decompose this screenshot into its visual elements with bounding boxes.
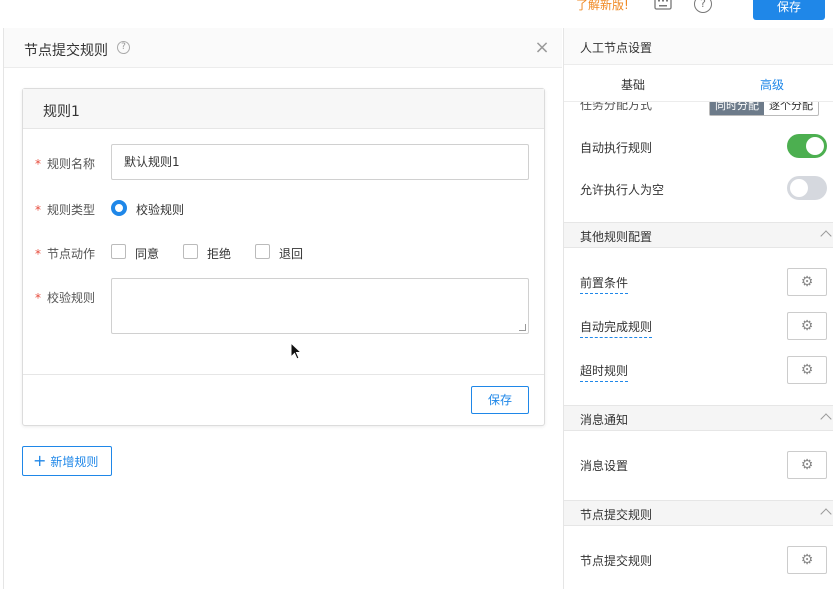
rule-card: 规则1 * 规则名称 默认规则1 * 规则类型 校验规则 * 节点动作 同意 拒绝 退… (22, 88, 545, 426)
add-rule-button[interactable]: + 新增规则 (22, 446, 112, 476)
auto-execute-toggle[interactable] (787, 134, 827, 158)
auto-execute-label: 自动执行规则 (580, 141, 653, 155)
agree-checkbox[interactable] (111, 244, 126, 259)
precondition-gear-button[interactable]: ⚙ (787, 268, 827, 296)
close-icon[interactable]: × (534, 39, 550, 57)
section-submit-rules[interactable]: 节点提交规则 (564, 500, 833, 526)
message-settings-gear-button[interactable]: ⚙ (787, 451, 827, 479)
panel-header: 人工节点设置 (564, 28, 833, 65)
reject-checkbox[interactable] (183, 244, 198, 259)
allow-empty-label: 允许执行人为空 (580, 183, 665, 197)
message-settings-label: 消息设置 (580, 459, 629, 473)
panel-tabs: 基础 高级 (564, 65, 833, 102)
precondition-label[interactable]: 前置条件 (580, 274, 629, 294)
allow-empty-toggle[interactable] (787, 176, 827, 200)
auto-complete-gear-button[interactable]: ⚙ (787, 312, 827, 340)
keyboard-icon[interactable] (654, 0, 672, 10)
rule-type-label: * 规则类型 (35, 203, 96, 217)
question-mark-icon[interactable]: ? (117, 41, 130, 54)
return-label: 退回 (279, 247, 304, 261)
section-notifications[interactable]: 消息通知 (564, 405, 833, 431)
whats-new-link[interactable]: 了解新版! (576, 0, 629, 11)
dialog-title: 节点提交规则 (24, 43, 108, 59)
chevron-up-icon (820, 508, 832, 520)
assignment-mode-segmented[interactable]: 同时分配 逐个分配 (709, 102, 819, 116)
dialog-header: 节点提交规则 ? × (4, 28, 562, 68)
chevron-up-icon (820, 413, 832, 425)
assignment-mode-label: 任务分配方式 (580, 102, 653, 112)
agree-label: 同意 (135, 247, 160, 261)
validation-rule-radio[interactable] (111, 200, 127, 216)
rule-save-button[interactable]: 保存 (471, 386, 529, 414)
check-rule-textarea[interactable] (111, 278, 529, 334)
chevron-up-icon (820, 230, 832, 242)
check-rule-label: * 校验规则 (35, 291, 96, 305)
tab-basic[interactable]: 基础 (621, 76, 645, 93)
return-checkbox[interactable] (255, 244, 270, 259)
reject-label: 拒绝 (207, 247, 232, 261)
auto-complete-label[interactable]: 自动完成规则 (580, 318, 653, 338)
submit-rules-dialog: 节点提交规则 ? × 规则1 * 规则名称 默认规则1 * 规则类型 校验规则 * 节… (3, 28, 562, 589)
submit-rules-label: 节点提交规则 (580, 554, 653, 568)
rule-name-input[interactable]: 默认规则1 (111, 144, 529, 180)
top-toolbar: 了解新版! ? 保存 (0, 0, 833, 28)
resize-handle-icon[interactable] (519, 324, 526, 331)
tab-advanced[interactable]: 高级 (760, 76, 784, 93)
save-button[interactable]: 保存 (753, 0, 825, 20)
seg-simultaneous[interactable]: 同时分配 (710, 102, 764, 115)
assignment-mode-row: 任务分配方式 同时分配 逐个分配 (564, 102, 833, 118)
help-icon[interactable]: ? (694, 0, 712, 13)
manual-node-settings-panel: 人工节点设置 基础 高级 任务分配方式 同时分配 逐个分配 自动执行规则 允许执… (563, 28, 833, 589)
rule-card-footer: 保存 (23, 374, 544, 426)
mouse-cursor-icon (290, 342, 303, 360)
validation-rule-label: 校验规则 (136, 203, 185, 217)
timeout-gear-button[interactable]: ⚙ (787, 356, 827, 384)
submit-rules-gear-button[interactable]: ⚙ (787, 546, 827, 574)
rule-card-header: 规则1 (23, 89, 544, 129)
panel-title: 人工节点设置 (580, 41, 653, 55)
section-other-rules[interactable]: 其他规则配置 (564, 222, 833, 248)
rule-card-title: 规则1 (43, 104, 80, 120)
rule-name-label: * 规则名称 (35, 157, 96, 171)
timeout-label[interactable]: 超时规则 (580, 362, 629, 382)
seg-sequential[interactable]: 逐个分配 (764, 102, 818, 115)
node-action-label: * 节点动作 (35, 247, 96, 261)
plus-icon: + (33, 451, 47, 470)
